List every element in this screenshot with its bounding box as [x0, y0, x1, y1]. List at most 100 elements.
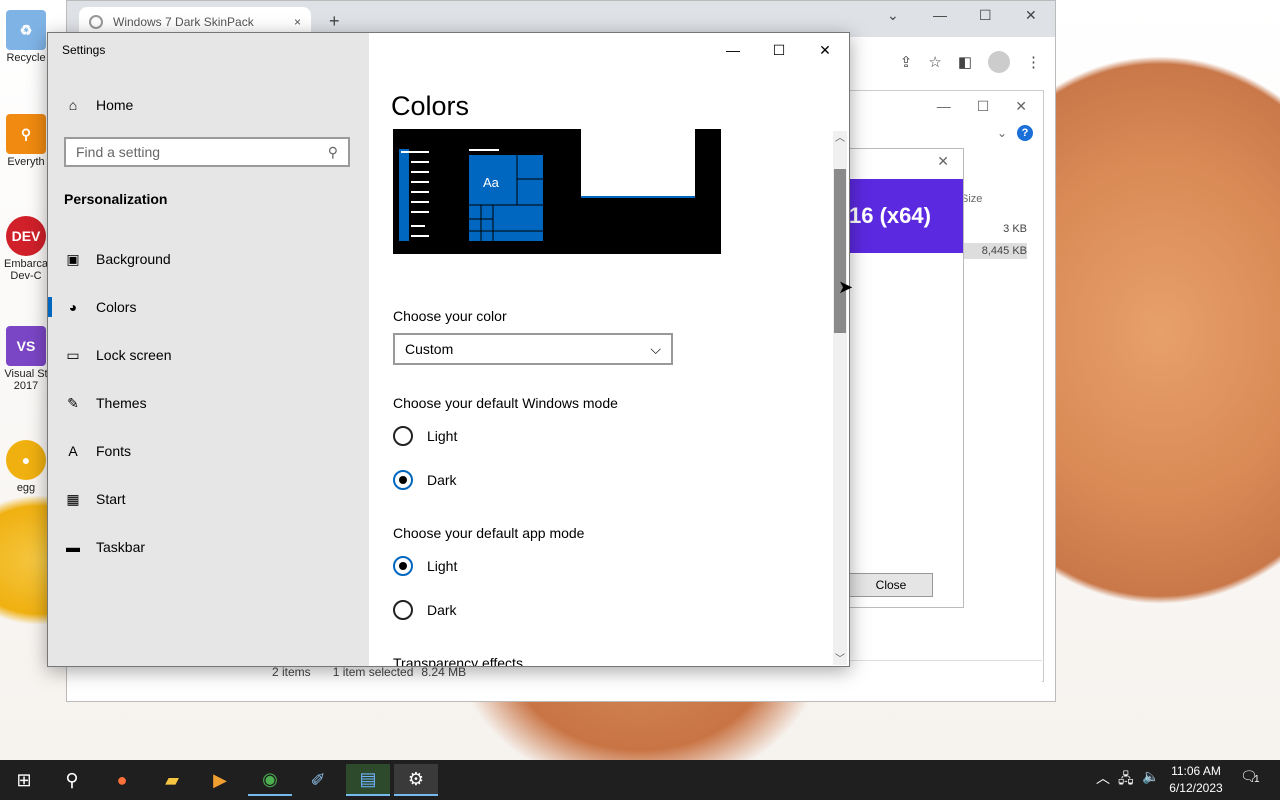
taskbar-media-player[interactable]: ▶ [198, 764, 242, 796]
settings-sidebar: Settings ⌂ Home Find a setting ⚲ Persona… [48, 33, 369, 666]
windows-mode-label: Choose your default Windows mode [393, 395, 618, 411]
scroll-up-icon[interactable]: ︿ [835, 129, 845, 144]
page-title: Colors [391, 91, 470, 121]
tab-close-icon[interactable]: × [294, 15, 301, 29]
home-icon: ⌂ [68, 97, 78, 113]
theme-preview-image [399, 129, 695, 241]
tab-search-chevron-icon[interactable]: ⌄ [887, 7, 899, 24]
windows-logo-icon: ⊞ [16, 769, 32, 790]
mouse-cursor-icon: ➤ [838, 277, 854, 297]
desktop-icon-recycle-bin[interactable]: ♻ Recycle [0, 10, 52, 64]
brush-icon: ✎ [67, 394, 79, 411]
side-panel-icon[interactable]: ◧ [958, 53, 972, 71]
radio-circle-selected [393, 556, 413, 576]
find-setting-search-box[interactable]: Find a setting ⚲ [64, 137, 350, 167]
show-hidden-icons-chevron-icon[interactable]: ︿ [1096, 768, 1110, 788]
taskbar-installer[interactable]: ▤ [346, 764, 390, 796]
vertical-scrollbar[interactable]: ︿ ﹀ [833, 131, 847, 665]
transparency-label: Transparency effects [393, 655, 523, 667]
nav-item-taskbar[interactable]: ▬ Taskbar [48, 529, 369, 565]
network-icon[interactable]: 🖧 [1118, 768, 1134, 792]
desktop-icon-devcpp[interactable]: DEV Embarca Dev-C [0, 216, 52, 282]
scroll-down-icon[interactable]: ﹀ [835, 650, 845, 665]
paint-icon: ✐ [310, 769, 326, 790]
taskbar-firefox[interactable]: ● [100, 764, 144, 796]
search-input[interactable]: Find a setting [76, 144, 160, 160]
app-mode-light-radio[interactable]: Light [393, 556, 457, 576]
taskbar-chrome[interactable]: ◉ [248, 764, 292, 796]
choose-color-label: Choose your color [393, 308, 507, 324]
taskbar-search-button[interactable]: ⚲ [50, 764, 94, 796]
section-heading: Personalization [64, 191, 168, 207]
windows-mode-light-radio[interactable]: Light [393, 426, 457, 446]
installer-dialog: ✕ 16 (x64) Close [848, 148, 964, 608]
palette-icon: ◕ [68, 299, 78, 315]
devcpp-icon: DEV [6, 216, 46, 256]
nav-item-colors[interactable]: ◕ Colors [48, 289, 369, 325]
nav-item-background[interactable]: ▣ Background [48, 241, 369, 277]
help-icon[interactable]: ? [1017, 125, 1033, 141]
media-player-icon: ▶ [213, 769, 227, 790]
gear-icon: ⚙ [407, 768, 425, 789]
firefox-icon: ● [116, 769, 128, 790]
chrome-minimize-button[interactable]: — [933, 7, 947, 23]
chevron-down-icon: ⌵ [650, 340, 661, 357]
color-preview: Aa [393, 129, 721, 254]
column-header-size[interactable]: Size [961, 193, 982, 205]
notification-count-badge: 1 [1254, 774, 1260, 785]
profile-avatar-icon[interactable] [988, 51, 1010, 73]
windows-mode-dark-radio[interactable]: Dark [393, 470, 457, 490]
volume-muted-icon[interactable]: 🔈 [1142, 768, 1159, 785]
folder-icon: ▰ [165, 769, 179, 790]
nav-item-lock-screen[interactable]: ▭ Lock screen [48, 337, 369, 373]
installer-close-icon[interactable]: ✕ [937, 153, 949, 170]
settings-window: Settings ⌂ Home Find a setting ⚲ Persona… [47, 32, 850, 667]
tab-title: Windows 7 Dark SkinPack [113, 15, 254, 29]
chrome-maximize-button[interactable]: ☐ [979, 7, 992, 24]
preview-tile-label: Aa [483, 175, 499, 190]
everything-search-icon: ⚲ [6, 114, 46, 154]
visual-studio-icon: VS [6, 326, 46, 366]
taskbar-settings[interactable]: ⚙ [394, 764, 438, 796]
chrome-icon: ◉ [262, 768, 278, 789]
clock-date: 6/12/2023 [1169, 781, 1223, 795]
installer-close-button[interactable]: Close [849, 573, 933, 597]
color-dropdown[interactable]: Custom ⌵ [393, 333, 673, 365]
nav-item-start[interactable]: ▦ Start [48, 481, 369, 517]
radio-circle [393, 600, 413, 620]
taskbar-file-explorer[interactable]: ▰ [150, 764, 194, 796]
bookmark-star-icon[interactable]: ☆ [928, 53, 941, 71]
nav-item-themes[interactable]: ✎ Themes [48, 385, 369, 421]
desktop-icon-egg[interactable]: ● egg [0, 440, 52, 494]
egg-image-icon: ● [6, 440, 46, 480]
taskbar: ⊞ ⚲ ● ▰ ▶ ◉ ✐ ▤ ⚙ ︿ 🖧 🔈 11:06 AM 6/12/20… [0, 760, 1280, 800]
installer-icon: ▤ [359, 768, 377, 789]
share-icon[interactable]: ⇪ [900, 53, 913, 71]
home-nav-item[interactable]: ⌂ Home [64, 97, 134, 113]
desktop-icon-visual-studio[interactable]: VS Visual St 2017 [0, 326, 52, 392]
taskbar-paint[interactable]: ✐ [296, 764, 340, 796]
radio-circle-selected [393, 470, 413, 490]
start-button[interactable]: ⊞ [2, 764, 46, 796]
monitor-icon: ▭ [66, 346, 80, 363]
explorer-minimize-icon[interactable]: — [937, 98, 951, 114]
search-icon: ⚲ [327, 143, 338, 160]
picture-icon: ▣ [66, 250, 80, 267]
font-icon: A [68, 443, 78, 459]
taskbar-clock[interactable]: 11:06 AM 6/12/2023 [1162, 763, 1230, 797]
chrome-menu-icon[interactable]: ⋮ [1026, 53, 1041, 71]
file-size-value: 3 KB [1003, 223, 1027, 235]
desktop-icon-everything[interactable]: ⚲ Everyth [0, 114, 52, 168]
radio-circle [393, 426, 413, 446]
nav-item-fonts[interactable]: A Fonts [48, 433, 369, 469]
installer-banner: 16 (x64) [849, 179, 963, 253]
explorer-maximize-icon[interactable]: ☐ [977, 98, 990, 115]
ribbon-chevron-icon[interactable]: ⌄ [997, 126, 1007, 140]
explorer-title-bar: — ☐ ✕ [849, 91, 1043, 121]
scrollbar-thumb[interactable] [834, 169, 846, 333]
explorer-close-icon[interactable]: ✕ [1015, 98, 1027, 115]
new-tab-button[interactable]: + [329, 11, 340, 32]
app-mode-dark-radio[interactable]: Dark [393, 600, 457, 620]
taskbar-icon: ▬ [66, 539, 80, 555]
chrome-close-button[interactable]: ✕ [1025, 7, 1037, 24]
